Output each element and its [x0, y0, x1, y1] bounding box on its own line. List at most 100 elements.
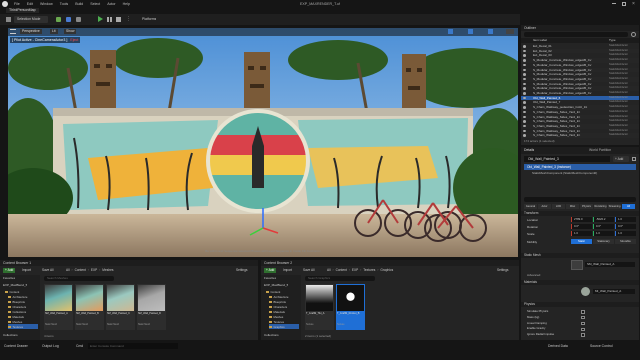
outliner-tab[interactable]: Outliner: [521, 25, 639, 31]
visibility-eye-icon[interactable]: [523, 45, 526, 48]
filter-tab-rendering[interactable]: Rendering: [594, 204, 607, 209]
scale-field-z[interactable]: 1.0: [615, 231, 636, 236]
menu-item-actor[interactable]: Actor: [107, 2, 115, 6]
visibility-eye-icon[interactable]: [523, 73, 526, 76]
filter-tab-general[interactable]: General: [524, 204, 537, 209]
visibility-eye-icon[interactable]: [523, 101, 526, 104]
outliner-search[interactable]: [524, 32, 628, 37]
menu-item-window[interactable]: Window: [40, 2, 53, 6]
cb1-asset-tile[interactable]: SM_Wall_Painted_B Static Mesh: [75, 284, 104, 330]
section-materials[interactable]: Materials: [521, 280, 639, 285]
scale-field-x[interactable]: 1.0: [571, 231, 592, 236]
tab-details[interactable]: Details: [524, 148, 534, 153]
section-advanced[interactable]: Advanced: [521, 273, 639, 278]
visibility-eye-icon[interactable]: [523, 87, 526, 90]
cb2-settings-button[interactable]: Settings: [497, 268, 509, 273]
visibility-eye-icon[interactable]: [523, 82, 526, 86]
cb1-breadcrumb-item[interactable]: Content: [75, 268, 86, 272]
cb2-breadcrumb-item[interactable]: Textures: [363, 268, 375, 272]
cb1-import-button[interactable]: Import: [22, 268, 31, 273]
rotation-field-x[interactable]: 0.0°: [571, 224, 592, 229]
cb1-search[interactable]: Search Meshes: [44, 276, 114, 281]
filter-tab-physics[interactable]: Physics: [580, 204, 593, 209]
location-field-z[interactable]: 1.0: [615, 217, 636, 222]
scale-field-y[interactable]: 1.0: [593, 231, 614, 236]
cb1-breadcrumb-item[interactable]: Meshes: [102, 268, 113, 272]
cb2-breadcrumb-item[interactable]: Graphics: [380, 268, 393, 272]
menu-item-select[interactable]: Select: [90, 2, 100, 6]
outliner-row[interactable]: S_Chain_Walkway_Sides_Yard_Int StaticMesh…: [521, 133, 639, 138]
menu-item-tools[interactable]: Tools: [60, 2, 68, 6]
material-picker[interactable]: MI_Wall_Painted_A: [593, 289, 635, 294]
filter-tab-all[interactable]: All: [622, 204, 635, 209]
actor-name-field[interactable]: Old_Wall_Painted_3: [524, 156, 610, 162]
cb2-save-all-button[interactable]: Save All: [303, 268, 315, 273]
visibility-eye-icon[interactable]: [523, 124, 526, 128]
blueprint-icon[interactable]: [66, 17, 71, 22]
visibility-eye-icon[interactable]: [523, 96, 526, 100]
section-transform[interactable]: Transform: [521, 211, 639, 216]
add-component-button[interactable]: + Add: [613, 156, 629, 162]
menu-item-build[interactable]: Build: [75, 2, 83, 6]
cb1-settings-button[interactable]: Settings: [236, 268, 248, 273]
maximize-icon[interactable]: [622, 2, 626, 6]
cb2-asset-tile[interactable]: T_Graffiti_Tiki_A Texture: [305, 284, 334, 330]
grid-snap-icon[interactable]: [448, 29, 453, 34]
cb2-breadcrumb-item[interactable]: EXP: [352, 268, 358, 272]
pause-icon[interactable]: [107, 17, 112, 22]
options-icon[interactable]: ⋮: [126, 16, 131, 22]
play-icon[interactable]: [98, 16, 103, 22]
visibility-eye-icon[interactable]: [523, 92, 526, 95]
cb2-favorites[interactable]: Favorites: [264, 276, 276, 280]
mesh-picker[interactable]: SM_Wall_Painted_A: [585, 262, 635, 267]
content-drawer-button[interactable]: Content Drawer: [4, 344, 28, 348]
lit-button[interactable]: Lit: [50, 29, 58, 34]
cb2-breadcrumb-item[interactable]: All: [327, 268, 331, 272]
project-tab[interactable]: ThirdPersonMap: [6, 8, 39, 13]
cb1-asset-tile[interactable]: SM_Wall_Painted_A Static Mesh: [44, 284, 73, 330]
visibility-eye-icon[interactable]: [523, 54, 526, 57]
mobility-static[interactable]: Static: [571, 239, 592, 244]
cb1-asset-tile[interactable]: SM_Wall_Painted_D Static Mesh: [137, 284, 166, 330]
cb2-import-button[interactable]: Import: [283, 268, 292, 273]
rotate-snap-icon[interactable]: [468, 29, 473, 34]
cb2-add-button[interactable]: + Add: [264, 268, 277, 273]
source-control-button[interactable]: Source Control: [590, 344, 613, 348]
menu-item-file[interactable]: File: [14, 2, 20, 6]
cb2-folder-item[interactable]: Graphics: [269, 324, 299, 329]
physics-checkbox[interactable]: [581, 310, 585, 314]
section-static-mesh[interactable]: Static Mesh: [521, 253, 639, 258]
close-icon[interactable]: ×: [632, 1, 635, 7]
tab-world-partition[interactable]: World Partition: [589, 148, 611, 153]
scale-snap-icon[interactable]: [488, 29, 493, 34]
visibility-eye-icon[interactable]: [523, 129, 526, 133]
viewport-menu-icon[interactable]: [10, 29, 16, 34]
platforms-button[interactable]: Platforms: [142, 17, 156, 21]
eject-button[interactable]: Eject: [70, 38, 78, 42]
show-button[interactable]: Show: [64, 29, 77, 34]
filter-tab-lod[interactable]: LOD: [552, 204, 565, 209]
visibility-eye-icon[interactable]: [523, 110, 526, 114]
visibility-eye-icon[interactable]: [523, 77, 526, 81]
filter-tab-misc[interactable]: Misc: [566, 204, 579, 209]
cb1-save-all-button[interactable]: Save All: [42, 268, 54, 273]
physics-checkbox[interactable]: [581, 327, 585, 332]
physics-checkbox[interactable]: [581, 321, 585, 326]
cb1-breadcrumb-item[interactable]: All: [66, 268, 70, 272]
output-log-button[interactable]: Output Log: [42, 344, 59, 348]
cb1-asset-tile[interactable]: SM_Wall_Painted_C Static Mesh: [106, 284, 135, 330]
location-field-x[interactable]: 2789.0: [571, 217, 592, 222]
cb2-search[interactable]: Search Graphics: [305, 276, 375, 281]
visibility-eye-icon[interactable]: [523, 63, 526, 67]
cb2-breadcrumb-item[interactable]: Content: [336, 268, 347, 272]
location-field-y[interactable]: -5020.2: [593, 217, 614, 222]
visibility-eye-icon[interactable]: [523, 68, 526, 71]
outliner-settings-icon[interactable]: [631, 32, 636, 37]
filter-tab-streaming[interactable]: Streaming: [608, 204, 621, 209]
details-search[interactable]: [524, 197, 636, 202]
section-physics[interactable]: Physics: [521, 302, 639, 307]
visibility-eye-icon[interactable]: [523, 59, 526, 62]
cinematics-icon[interactable]: [76, 17, 81, 22]
rotation-field-y[interactable]: 0.0°: [593, 224, 614, 229]
physics-checkbox[interactable]: [581, 333, 585, 337]
